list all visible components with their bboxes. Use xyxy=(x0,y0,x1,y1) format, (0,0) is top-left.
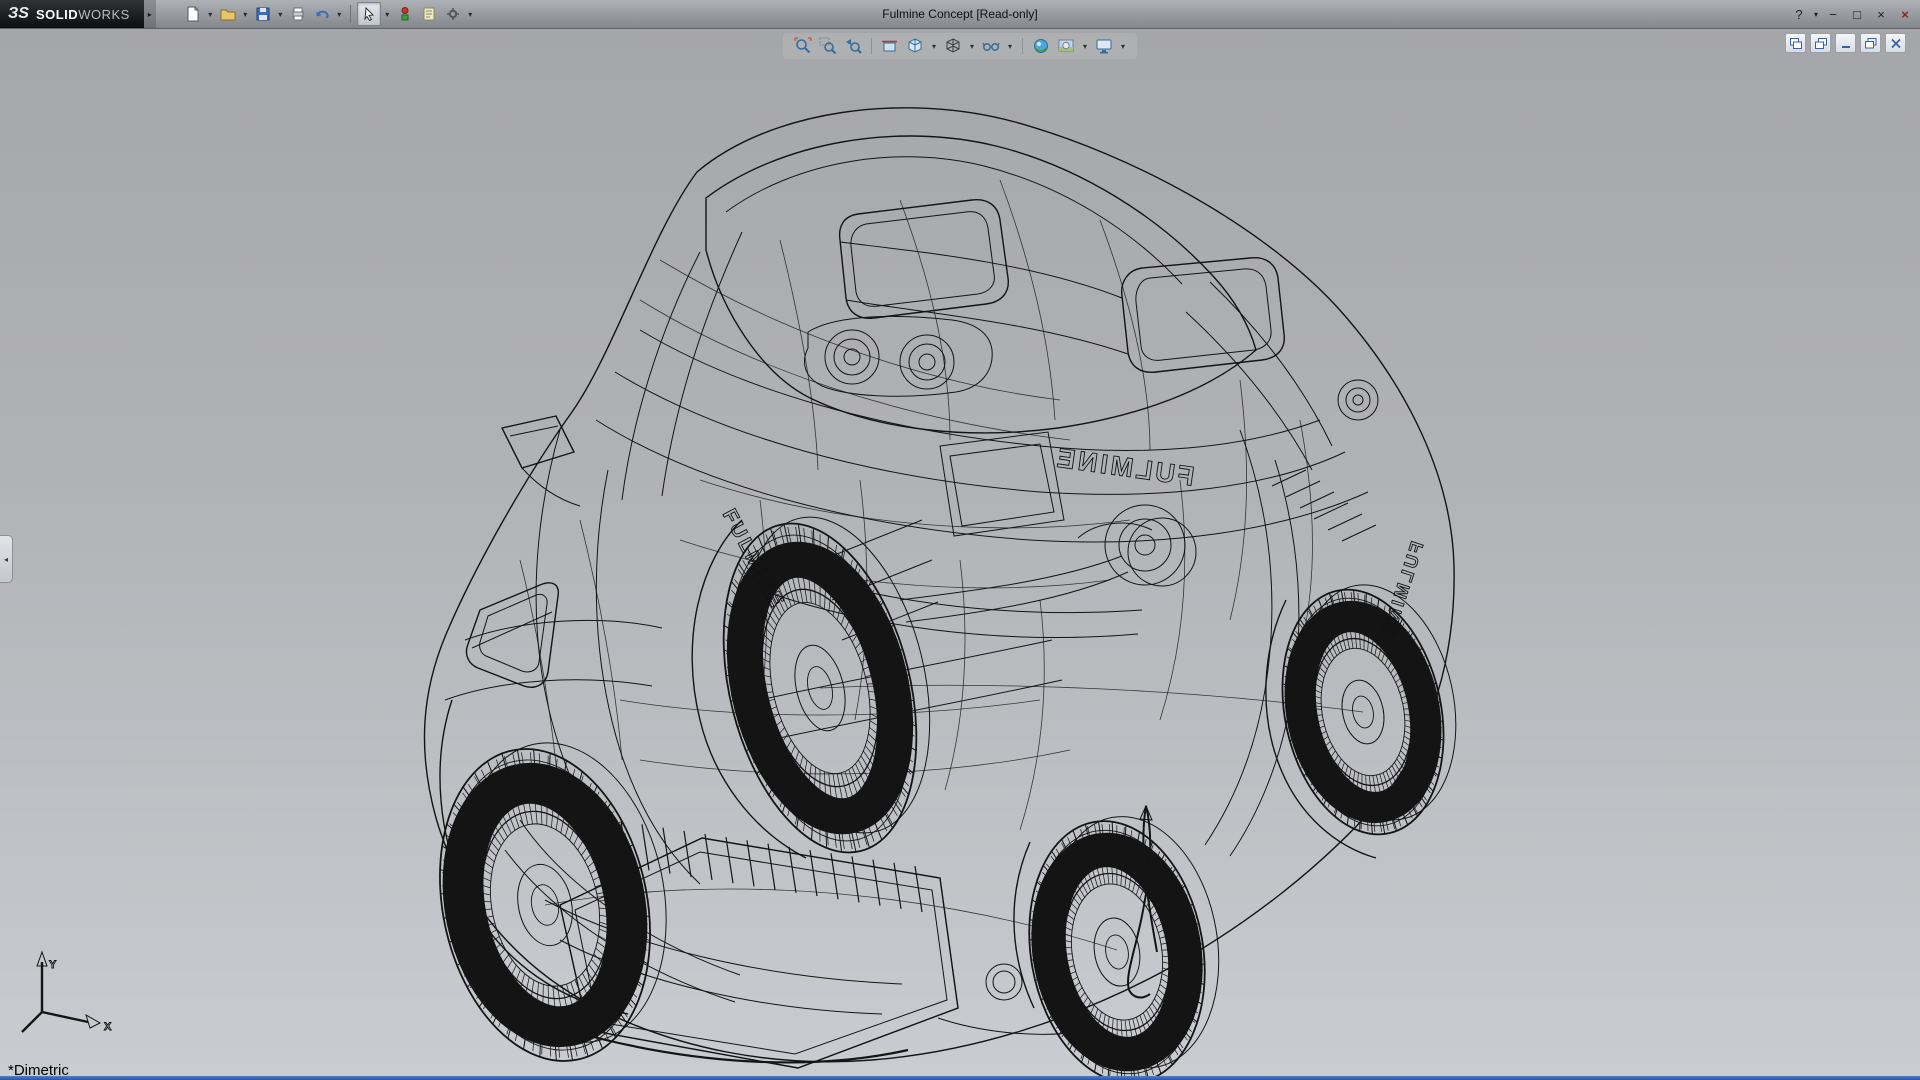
previous-view-icon xyxy=(844,37,862,55)
new-document-button[interactable] xyxy=(182,3,204,25)
doc-next-window-button[interactable] xyxy=(1810,33,1831,53)
print-button[interactable] xyxy=(287,3,309,25)
edit-appearance-button[interactable] xyxy=(1031,35,1051,57)
headsup-separator xyxy=(871,38,872,54)
view-settings-dropdown[interactable]: ▾ xyxy=(1119,42,1127,51)
display-style-icon xyxy=(944,37,962,55)
print-icon xyxy=(290,6,306,22)
taskbar-edge xyxy=(0,1076,1920,1080)
document-window-controls xyxy=(1785,33,1906,53)
hide-show-items-button[interactable] xyxy=(981,35,1001,57)
display-style-dropdown[interactable]: ▾ xyxy=(968,42,976,51)
help-button[interactable]: ? xyxy=(1790,4,1808,24)
main-toolbar: ▾ ▾ ▾ ▾ ▾ ▾ xyxy=(182,2,475,26)
save-icon xyxy=(255,6,271,22)
open-dropdown[interactable]: ▾ xyxy=(241,10,250,19)
doc-minimize-icon xyxy=(1839,37,1853,50)
view-orientation-button[interactable] xyxy=(905,35,925,57)
collapse-arrow-icon: ◂ xyxy=(4,555,8,564)
save-button[interactable] xyxy=(252,3,274,25)
title-bar: ЗS SOLIDWORKS ▸ ▾ ▾ ▾ ▾ ▾ xyxy=(0,0,1920,29)
3ds-logo-icon: ЗS xyxy=(8,5,29,23)
close-button[interactable]: × xyxy=(1872,4,1890,24)
doc-restore-icon xyxy=(1864,37,1878,50)
zoom-to-fit-icon xyxy=(794,37,812,55)
doc-close-button[interactable] xyxy=(1885,33,1906,53)
select-dropdown[interactable]: ▾ xyxy=(383,10,392,19)
appearance-icon xyxy=(397,6,413,22)
doc-minimize-button[interactable] xyxy=(1835,33,1856,53)
view-settings-button[interactable] xyxy=(1094,35,1114,57)
undo-icon xyxy=(314,6,330,22)
help-dropdown[interactable]: ▾ xyxy=(1814,10,1818,19)
section-view-icon xyxy=(881,37,899,55)
restore-button[interactable]: □ xyxy=(1848,4,1866,24)
open-folder-icon xyxy=(220,6,236,22)
select-arrow-icon xyxy=(361,6,377,22)
options-dropdown[interactable]: ▾ xyxy=(466,10,475,19)
section-view-button[interactable] xyxy=(880,35,900,57)
view-orientation-icon xyxy=(906,37,924,55)
display-style-button[interactable] xyxy=(943,35,963,57)
rebuild-icon xyxy=(421,6,437,22)
expand-arrow-icon: ▸ xyxy=(148,10,152,19)
zoom-area-icon xyxy=(819,37,837,55)
heads-up-view-toolbar: ▾ ▾ ▾ ▾ ▾ xyxy=(783,33,1137,59)
view-orientation-dropdown[interactable]: ▾ xyxy=(930,42,938,51)
headsup-separator xyxy=(1022,38,1023,54)
window-controls: ? ▾ − □ × × xyxy=(1790,0,1914,28)
options-gear-icon xyxy=(445,6,461,22)
doc-prev-window-button[interactable] xyxy=(1785,33,1806,53)
hide-show-items-icon xyxy=(982,37,1000,55)
save-dropdown[interactable]: ▾ xyxy=(276,10,285,19)
next-window-icon xyxy=(1814,37,1828,50)
view-settings-icon xyxy=(1095,37,1113,55)
appearance-button[interactable] xyxy=(394,3,416,25)
options-button[interactable] xyxy=(442,3,464,25)
new-document-icon xyxy=(185,6,201,22)
toolbar-separator xyxy=(350,5,351,23)
apply-scene-button[interactable] xyxy=(1056,35,1076,57)
undo-dropdown[interactable]: ▾ xyxy=(335,10,344,19)
new-document-dropdown[interactable]: ▾ xyxy=(206,10,215,19)
select-button[interactable] xyxy=(357,2,381,26)
hide-show-items-dropdown[interactable]: ▾ xyxy=(1006,42,1014,51)
edit-appearance-icon xyxy=(1032,37,1050,55)
open-button[interactable] xyxy=(217,3,239,25)
doc-restore-button[interactable] xyxy=(1860,33,1881,53)
previous-view-button[interactable] xyxy=(843,35,863,57)
app-logo: ЗS SOLIDWORKS xyxy=(0,0,144,28)
zoom-area-button[interactable] xyxy=(818,35,838,57)
apply-scene-icon xyxy=(1057,37,1075,55)
minimize-button[interactable]: − xyxy=(1824,4,1842,24)
menu-expand-button[interactable]: ▸ xyxy=(144,0,156,28)
window-title: Fulmine Concept [Read-only] xyxy=(882,0,1037,28)
logo-text-solid: SOLID xyxy=(36,7,78,22)
prev-window-icon xyxy=(1789,37,1803,50)
zoom-to-fit-button[interactable] xyxy=(793,35,813,57)
logo-text-works: WORKS xyxy=(78,7,130,22)
apply-scene-dropdown[interactable]: ▾ xyxy=(1081,42,1089,51)
doc-close-icon xyxy=(1889,37,1903,50)
undo-button[interactable] xyxy=(311,3,333,25)
viewport[interactable] xyxy=(0,28,1920,1080)
feature-panel-collapse-tab[interactable]: ◂ xyxy=(0,535,13,583)
rebuild-button[interactable] xyxy=(418,3,440,25)
app-close-button[interactable]: × xyxy=(1896,4,1914,24)
